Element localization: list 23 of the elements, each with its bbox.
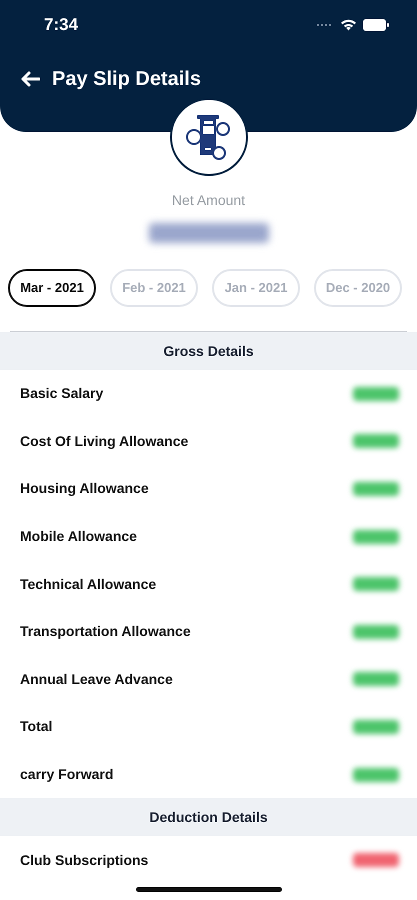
atm-money-icon <box>185 113 233 161</box>
net-amount-label: Net Amount <box>172 191 246 210</box>
row-label: Club Subscriptions <box>20 850 148 870</box>
month-tab[interactable]: Mar - 2021 <box>8 269 96 307</box>
row-label: Transportation Allowance <box>20 622 191 642</box>
signal-icon <box>316 22 334 27</box>
month-tab[interactable]: Jan - 2021 <box>212 269 300 307</box>
row-label: Cost Of Living Allowance <box>20 432 188 451</box>
row-label: Technical Allowance <box>20 574 156 594</box>
row-label: Mobile Allowance <box>20 527 137 546</box>
month-tab[interactable]: Dec - 2020 <box>314 269 402 307</box>
section-title: Deduction Details <box>149 808 268 827</box>
wifi-icon <box>340 18 357 31</box>
row-label: Annual Leave Advance <box>20 670 173 689</box>
row-label: carry Forward <box>20 765 114 784</box>
battery-icon <box>363 18 389 31</box>
row-label: Basic Salary <box>20 384 104 404</box>
month-tab[interactable]: Feb - 2021 <box>110 269 198 307</box>
page-title: Pay Slip Details <box>52 66 201 92</box>
section-title: Gross Details <box>163 342 254 360</box>
status-time: 7:34 <box>44 14 78 36</box>
row-label: Housing Allowance <box>20 479 149 498</box>
row-label: Total <box>20 717 52 736</box>
